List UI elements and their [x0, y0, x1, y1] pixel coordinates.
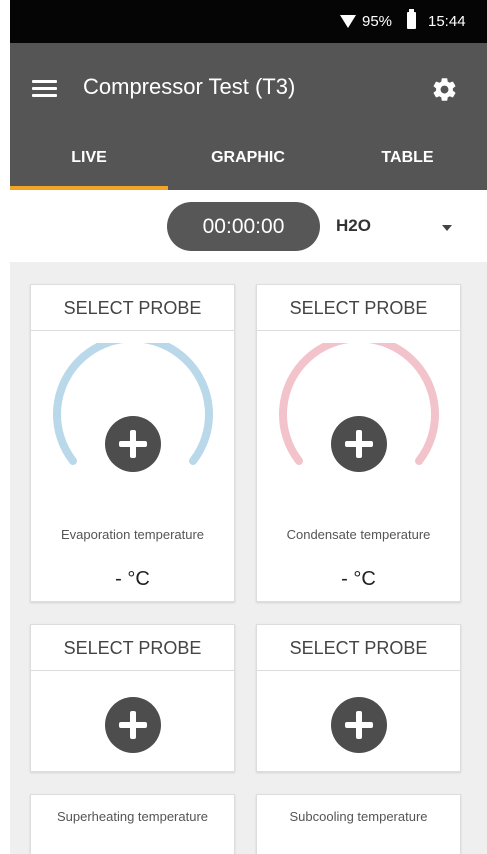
wifi-icon: [340, 15, 356, 28]
app-bar: Compressor Test (T3) LIVE GRAPHIC TABLE: [10, 43, 487, 190]
tab-live-label: LIVE: [71, 149, 107, 166]
add-probe-button[interactable]: [105, 416, 161, 472]
hamburger-menu-icon[interactable]: [32, 80, 57, 98]
measurement-value: - °C: [115, 568, 150, 590]
tab-graphic[interactable]: GRAPHIC: [168, 143, 328, 190]
measurement-label: Evaporation temperature: [60, 527, 205, 542]
select-probe-button[interactable]: SELECT PROBE: [257, 285, 460, 331]
measurement-value: - °C: [341, 568, 376, 590]
select-probe-button[interactable]: SELECT PROBE: [31, 625, 234, 671]
tab-graphic-label: GRAPHIC: [211, 149, 285, 166]
timer-button[interactable]: 00:00:00: [167, 202, 320, 251]
tab-table-label: TABLE: [381, 149, 434, 166]
medium-dropdown[interactable]: H2O: [328, 212, 478, 242]
page-title: Compressor Test (T3): [83, 74, 296, 99]
measurement-label: Condensate temperature: [286, 527, 431, 542]
add-probe-button[interactable]: [331, 697, 387, 753]
medium-value: H2O: [336, 216, 371, 235]
measurement-label: Superheating temperature: [56, 809, 209, 824]
result-tile-superheating: Superheating temperature: [30, 794, 235, 854]
chevron-down-icon: [442, 225, 452, 231]
app-screen: 95% 15:44 Compressor Test (T3) LIVE GRAP…: [10, 0, 487, 854]
battery-icon: [407, 9, 416, 29]
probe-tile-evaporation: SELECT PROBE Evaporation temperature - °…: [30, 284, 235, 602]
select-probe-button[interactable]: SELECT PROBE: [257, 625, 460, 671]
result-tile-subcooling: Subcooling temperature: [256, 794, 461, 854]
add-probe-button[interactable]: [331, 416, 387, 472]
status-bar: 95% 15:44: [10, 0, 487, 43]
measurement-label: Subcooling temperature: [289, 809, 428, 824]
tab-live[interactable]: LIVE: [10, 143, 168, 190]
battery-percent: 95%: [362, 13, 393, 30]
probe-tile-condensate: SELECT PROBE Condensate temperature - °C: [256, 284, 461, 602]
select-probe-button[interactable]: SELECT PROBE: [31, 285, 234, 331]
probe-tile-subcooling: SELECT PROBE: [256, 624, 461, 772]
controls-row: 00:00:00 H2O: [10, 190, 487, 262]
probe-tile-superheating: SELECT PROBE: [30, 624, 235, 772]
gear-icon[interactable]: [431, 76, 458, 103]
add-probe-button[interactable]: [105, 697, 161, 753]
tab-bar: LIVE GRAPHIC TABLE: [10, 143, 487, 190]
clock: 15:44: [428, 13, 466, 30]
tab-table[interactable]: TABLE: [328, 143, 487, 190]
